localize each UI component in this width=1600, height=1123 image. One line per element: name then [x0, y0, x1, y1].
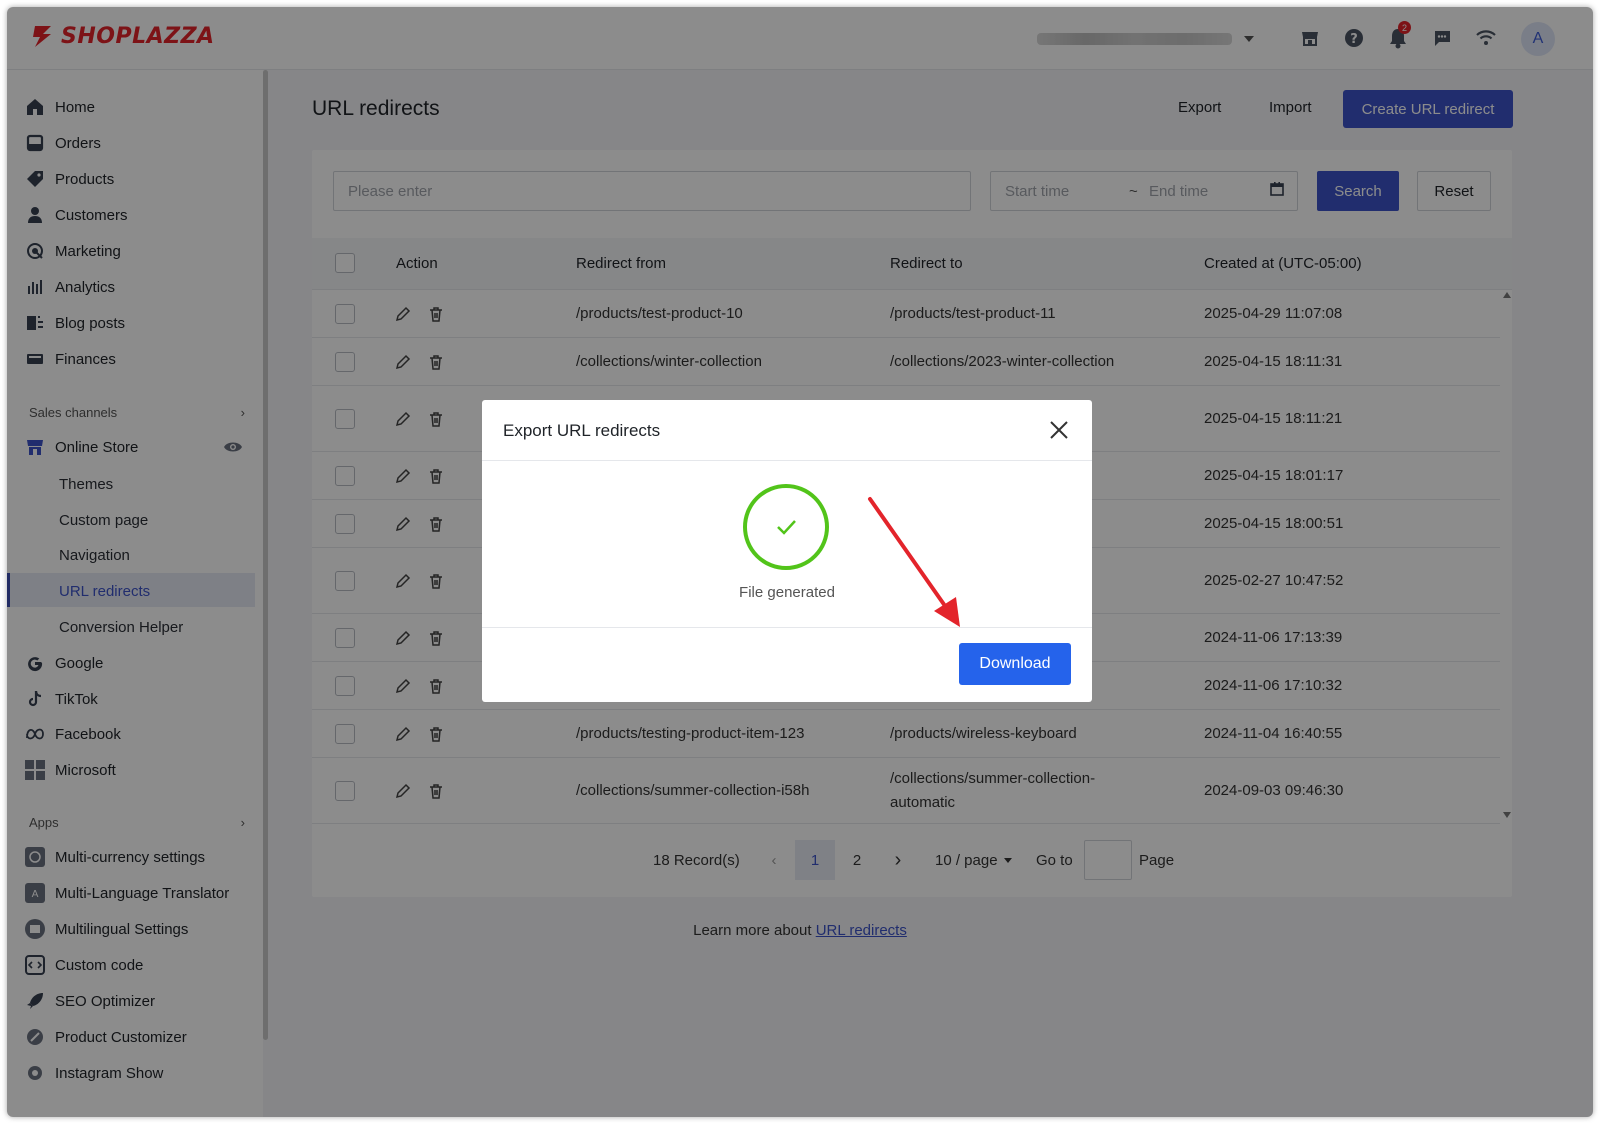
- close-icon[interactable]: [1048, 419, 1070, 441]
- modal-divider: [482, 460, 1092, 461]
- app-window: SHOPLAZZA ? 2 A Home Orders Products Cus…: [7, 7, 1593, 1117]
- annotation-arrow-icon: [868, 497, 960, 627]
- modal-footer-divider: [482, 627, 1092, 628]
- download-button[interactable]: Download: [959, 643, 1071, 685]
- success-check-icon: [743, 484, 829, 570]
- modal-title: Export URL redirects: [503, 421, 661, 440]
- export-modal: Export URL redirects File generated Down…: [482, 400, 1092, 702]
- modal-message: File generated: [739, 584, 835, 601]
